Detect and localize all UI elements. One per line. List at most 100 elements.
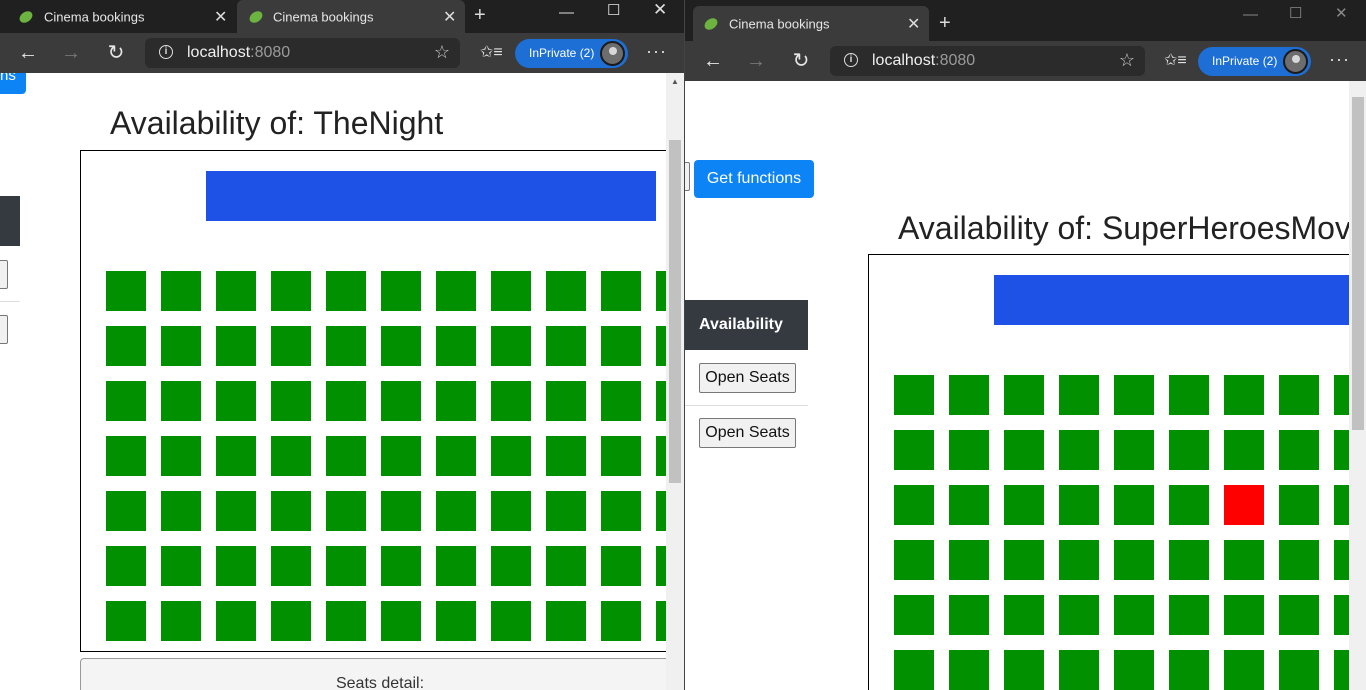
seat-free[interactable]	[326, 436, 366, 476]
inprivate-button[interactable]: InPrivate (2)	[515, 39, 628, 68]
seat-free[interactable]	[1114, 650, 1154, 690]
seat-free[interactable]	[106, 326, 146, 366]
seat-free[interactable]	[381, 546, 421, 586]
seat-free[interactable]	[949, 430, 989, 470]
star-icon[interactable]: ☆	[1119, 50, 1135, 71]
seat-free[interactable]	[1169, 540, 1209, 580]
seat-free[interactable]	[546, 381, 586, 421]
seat-free[interactable]	[381, 271, 421, 311]
vertical-scrollbar[interactable]	[1349, 81, 1366, 690]
seat-free[interactable]	[161, 436, 201, 476]
seat-free[interactable]	[546, 436, 586, 476]
seat-free[interactable]	[1004, 650, 1044, 690]
seat-free[interactable]	[326, 491, 366, 531]
seat-free[interactable]	[216, 436, 256, 476]
favorites-icon[interactable]: ✩≡	[480, 42, 503, 62]
seat-free[interactable]	[1169, 650, 1209, 690]
new-tab-button[interactable]: +	[939, 12, 951, 35]
seat-free[interactable]	[601, 436, 641, 476]
more-icon[interactable]: ···	[1329, 49, 1350, 70]
inprivate-button[interactable]: InPrivate (2)	[1198, 47, 1311, 76]
seat-free[interactable]	[381, 491, 421, 531]
seat-free[interactable]	[601, 326, 641, 366]
seat-free[interactable]	[326, 601, 366, 641]
seat-free[interactable]	[601, 491, 641, 531]
seat-free[interactable]	[106, 491, 146, 531]
seat-free[interactable]	[271, 381, 311, 421]
seat-free[interactable]	[894, 430, 934, 470]
scrollbar-thumb[interactable]	[669, 140, 681, 483]
seat-free[interactable]	[491, 491, 531, 531]
clipped-input[interactable]	[685, 162, 690, 191]
seat-free[interactable]	[161, 491, 201, 531]
seat-free[interactable]	[271, 601, 311, 641]
seat-free[interactable]	[894, 595, 934, 635]
seat-free[interactable]	[106, 436, 146, 476]
maximize-button[interactable]: ☐	[607, 1, 620, 19]
seat-free[interactable]	[216, 271, 256, 311]
seat-free[interactable]	[1279, 650, 1319, 690]
favorites-icon[interactable]: ✩≡	[1164, 50, 1187, 70]
seat-free[interactable]	[381, 601, 421, 641]
seat-free[interactable]	[326, 381, 366, 421]
seat-free[interactable]	[546, 271, 586, 311]
seat-free[interactable]	[161, 381, 201, 421]
seat-free[interactable]	[106, 271, 146, 311]
seat-free[interactable]	[161, 326, 201, 366]
seat-free[interactable]	[271, 326, 311, 366]
seat-free[interactable]	[271, 546, 311, 586]
seat-free[interactable]	[1279, 430, 1319, 470]
seat-free[interactable]	[1169, 595, 1209, 635]
seat-free[interactable]	[1279, 595, 1319, 635]
seat-free[interactable]	[601, 601, 641, 641]
seat-free[interactable]	[1059, 485, 1099, 525]
seat-free[interactable]	[1169, 430, 1209, 470]
seat-free[interactable]	[1224, 595, 1264, 635]
seat-free[interactable]	[894, 650, 934, 690]
seat-free[interactable]	[436, 326, 476, 366]
seat-free[interactable]	[1114, 485, 1154, 525]
seat-free[interactable]	[1114, 595, 1154, 635]
seat-free[interactable]	[271, 271, 311, 311]
seat-free[interactable]	[1059, 375, 1099, 415]
seat-free[interactable]	[1169, 375, 1209, 415]
seat-free[interactable]	[216, 491, 256, 531]
seat-free[interactable]	[601, 546, 641, 586]
window-close-button[interactable]: ✕	[653, 0, 667, 20]
seat-free[interactable]	[949, 595, 989, 635]
seat-free[interactable]	[436, 381, 476, 421]
seat-free[interactable]	[949, 650, 989, 690]
forward-arrow-icon[interactable]: →	[58, 41, 84, 65]
seat-free[interactable]	[436, 436, 476, 476]
close-icon[interactable]: ✕	[907, 14, 920, 34]
seat-free[interactable]	[106, 546, 146, 586]
seat-free[interactable]	[381, 326, 421, 366]
seat-free[interactable]	[1279, 375, 1319, 415]
seat-free[interactable]	[216, 601, 256, 641]
open-seats-button[interactable]: Open Seats	[699, 363, 796, 393]
seat-free[interactable]	[546, 491, 586, 531]
seat-free[interactable]	[1059, 595, 1099, 635]
site-info-icon[interactable]: i	[159, 45, 173, 59]
seat-free[interactable]	[546, 546, 586, 586]
tab-cinema-bookings-1[interactable]: Cinema bookings ✕	[0, 0, 236, 33]
site-info-icon[interactable]: i	[844, 53, 858, 67]
seat-free[interactable]	[1004, 595, 1044, 635]
vertical-scrollbar[interactable]: ▲	[666, 73, 684, 690]
scrollbar-thumb[interactable]	[1352, 97, 1364, 430]
new-tab-button[interactable]: +	[474, 4, 486, 27]
seat-free[interactable]	[894, 375, 934, 415]
seat-free[interactable]	[1059, 430, 1099, 470]
seat-free[interactable]	[949, 540, 989, 580]
refresh-icon[interactable]: ↻	[788, 49, 814, 73]
seat-free[interactable]	[436, 271, 476, 311]
seat-free[interactable]	[1114, 540, 1154, 580]
seat-free[interactable]	[949, 485, 989, 525]
seat-free[interactable]	[326, 326, 366, 366]
get-functions-button[interactable]: Get functions	[694, 160, 814, 198]
seat-free[interactable]	[436, 546, 476, 586]
tab-cinema-bookings-2[interactable]: Cinema bookings ✕	[237, 0, 465, 33]
seat-free[interactable]	[216, 381, 256, 421]
open-seats-button[interactable]: Open Seats	[699, 418, 796, 448]
get-functions-button[interactable]: ns	[0, 73, 26, 94]
